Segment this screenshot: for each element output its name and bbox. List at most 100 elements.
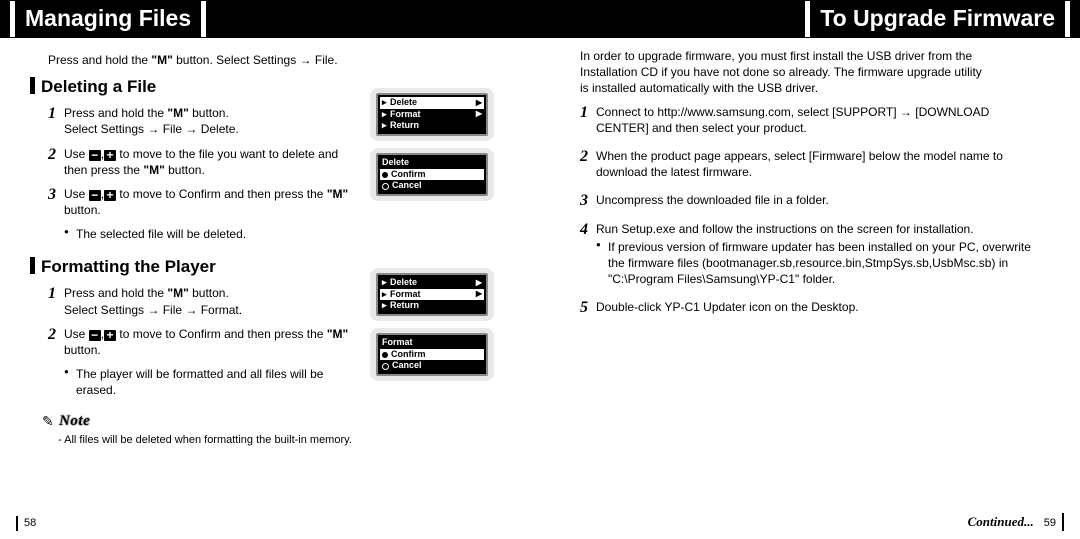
text: button. [64, 343, 101, 357]
pencil-icon: ✎ [42, 413, 54, 429]
text: to move to Confirm and then press the [116, 327, 327, 341]
device-screen-delete-menu: ▸Delete▶ ▸Format▶ ▸Return [370, 88, 494, 141]
chevron-right-icon: ▶ [476, 278, 482, 288]
chevron-right-icon: ▶ [476, 98, 482, 108]
text: button. [165, 163, 205, 177]
page-number-left: 58 [16, 516, 36, 531]
text: Uncompress the downloaded file in a fold… [596, 193, 829, 207]
heading-bar-icon [30, 257, 35, 274]
note-block: ✎ Note - All files will be deleted when … [42, 411, 353, 448]
title-upgrade-firmware: To Upgrade Firmware [805, 1, 1070, 36]
minus-button-icon: − [89, 190, 101, 201]
fw-step-4: 4 Run Setup.exe and follow the instructio… [580, 221, 1032, 288]
text: button. Select Settings → File. [173, 53, 338, 67]
radio-selected-icon [382, 352, 388, 358]
m-button-ref: "M" [167, 106, 188, 120]
text: is installed automatically with the USB … [580, 80, 1032, 96]
text: button. [189, 106, 229, 120]
menu-item: Cancel [392, 180, 422, 192]
m-button-ref: "M" [151, 53, 172, 67]
plus-button-icon: + [104, 150, 116, 161]
page-number-right: Continued... 59 [968, 513, 1064, 531]
radio-unselected-icon [382, 363, 389, 370]
fmt-bullet: The player will be formatted and all fil… [64, 366, 353, 398]
device-screen-format-menu: ▸Delete▶ ▸Format▶ ▸Return [370, 268, 494, 321]
page-number: 59 [1044, 517, 1056, 529]
fw-step-2: 2 When the product page appears, select [… [580, 148, 1032, 180]
fw-step-5: 5Double-click YP-C1 Updater icon on the … [580, 299, 1032, 315]
text: Double-click YP-C1 Updater icon on the D… [596, 300, 859, 314]
m-button-ref: "M" [167, 286, 188, 300]
plus-button-icon: + [104, 190, 116, 201]
menu-title: Delete [382, 157, 409, 169]
text: to move to Confirm and then press the [116, 187, 327, 201]
chevron-right-icon: ▶ [476, 109, 482, 119]
fw-step-1: 1Connect to http://www.samsung.com, sele… [580, 104, 1032, 136]
left-intro: Press and hold the "M" button. Select Se… [48, 52, 353, 68]
fw-step-4-bullet: If previous version of firmware updater … [596, 239, 1032, 288]
note-body: - All files will be deleted when formatt… [58, 433, 353, 448]
menu-item: Return [390, 120, 419, 132]
m-button-ref: "M" [327, 187, 348, 201]
text: When the product page appears, select [F… [596, 149, 1003, 179]
device-screen-format-confirm: Format Confirm Cancel [370, 328, 494, 381]
fmt-step-1: 1 Press and hold the "M" button. Select … [48, 285, 353, 317]
step-number: 4 [580, 219, 588, 241]
del-bullet: The selected file will be deleted. [64, 226, 353, 242]
m-button-ref: "M" [327, 327, 348, 341]
menu-item: Delete [390, 277, 417, 289]
title-managing-files: Managing Files [10, 1, 206, 36]
text: Press and hold the [48, 53, 151, 67]
del-step-2: 2 Use −,+ to move to the file you want t… [48, 146, 353, 178]
menu-item: Delete [390, 97, 417, 109]
menu-item: Confirm [391, 349, 426, 361]
heading-bar-icon [30, 77, 35, 94]
step-number: 2 [580, 146, 588, 168]
menu-item: Format [390, 109, 421, 121]
plus-button-icon: + [104, 330, 116, 341]
heading-deleting-file: Deleting a File [30, 76, 353, 99]
page-right: In order to upgrade firmware, you must f… [540, 48, 1080, 448]
text: Select Settings → File → Format. [64, 303, 242, 317]
menu-item: Return [390, 300, 419, 312]
step-number: 2 [48, 324, 56, 346]
text: Connect to http://www.samsung.com, selec… [596, 105, 989, 135]
menu-item: Confirm [391, 169, 426, 181]
note-label: Note [59, 413, 90, 429]
del-step-3: 3 Use −,+ to move to Confirm and then pr… [48, 186, 353, 218]
menu-title: Format [382, 337, 413, 349]
right-intro: In order to upgrade firmware, you must f… [580, 48, 1032, 97]
fmt-step-2: 2 Use −,+ to move to Confirm and then pr… [48, 326, 353, 358]
del-step-1: 1 Press and hold the "M" button. Select … [48, 105, 353, 137]
m-button-ref: "M" [143, 163, 164, 177]
chevron-right-icon: ▶ [476, 289, 482, 299]
text: Use [64, 187, 89, 201]
step-number: 1 [48, 283, 56, 305]
step-number: 5 [580, 297, 588, 319]
minus-button-icon: − [89, 150, 101, 161]
text: button. [189, 286, 229, 300]
radio-unselected-icon [382, 183, 389, 190]
heading-formatting-player: Formatting the Player [30, 256, 353, 279]
text: button. [64, 203, 101, 217]
step-number: 1 [48, 103, 56, 125]
heading-text: Deleting a File [41, 77, 156, 96]
page-left: Press and hold the "M" button. Select Se… [0, 48, 540, 448]
page-header: Managing Files To Upgrade Firmware [0, 0, 1080, 38]
step-number: 3 [48, 184, 56, 206]
text: Press and hold the [64, 286, 167, 300]
step-number: 3 [580, 190, 588, 212]
text: Use [64, 327, 89, 341]
radio-selected-icon [382, 172, 388, 178]
fw-step-3: 3Uncompress the downloaded file in a fol… [580, 192, 1032, 208]
text: Use [64, 147, 89, 161]
step-number: 2 [48, 144, 56, 166]
text: Select Settings → File → Delete. [64, 122, 239, 136]
text: Run Setup.exe and follow the instruction… [596, 222, 974, 236]
text: Installation CD if you have not done so … [580, 64, 1032, 80]
heading-text: Formatting the Player [41, 257, 216, 276]
text: In order to upgrade firmware, you must f… [580, 48, 1032, 64]
continued-label: Continued... [968, 514, 1034, 529]
menu-item: Format [390, 289, 421, 301]
device-screen-delete-confirm: Delete Confirm Cancel [370, 148, 494, 201]
